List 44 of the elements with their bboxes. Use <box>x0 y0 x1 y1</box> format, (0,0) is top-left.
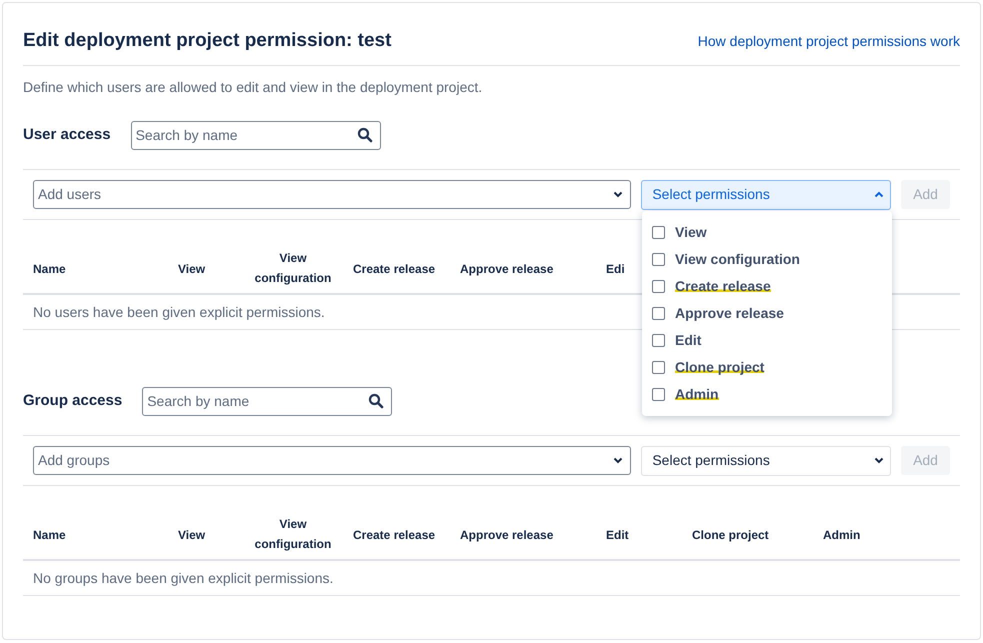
permission-option[interactable]: View <box>675 222 707 243</box>
checkbox[interactable] <box>652 307 665 320</box>
checkbox[interactable] <box>652 226 665 239</box>
checkbox[interactable] <box>652 361 665 374</box>
permission-option[interactable]: View configuration <box>675 249 800 270</box>
checkbox[interactable] <box>652 253 665 266</box>
column-header: Create release <box>353 260 436 278</box>
description-text: Define which users are allowed to edit and view in the deployment project. <box>23 78 484 97</box>
column-header: Approve release <box>460 260 554 278</box>
section-heading: Group access <box>23 390 122 411</box>
page-title: Edit deployment project permission: test <box>23 28 392 53</box>
column-header: Approve release <box>460 526 554 544</box>
search-icon[interactable] <box>356 126 373 142</box>
chevron-icon <box>613 191 624 198</box>
empty-message: No users have been given explicit permissions. <box>33 302 325 322</box>
search-field[interactable]: Search by name <box>142 386 392 416</box>
checkbox[interactable] <box>652 280 665 293</box>
checkbox[interactable] <box>652 388 665 401</box>
search-icon[interactable] <box>368 392 384 408</box>
chevron-icon <box>874 457 884 464</box>
column-header: View configuration <box>254 516 332 552</box>
help-link[interactable]: How deployment project permissions work <box>698 30 960 52</box>
column-header: Name <box>33 526 66 544</box>
checkbox[interactable] <box>652 334 665 347</box>
permissions-select[interactable]: Select permissions <box>641 446 892 476</box>
add-select[interactable]: Add users <box>33 180 632 209</box>
column-header: Edit <box>606 526 629 544</box>
add-select[interactable]: Add groups <box>33 446 632 475</box>
permissions-select[interactable]: Select permissions <box>641 180 892 210</box>
column-header: Admin <box>823 526 860 544</box>
column-header: Edi <box>606 260 625 278</box>
column-header: Clone project <box>692 526 769 544</box>
column-header: View configuration <box>254 250 332 286</box>
column-header: Name <box>33 260 66 278</box>
empty-message: No groups have been given explicit permissions. <box>33 568 334 588</box>
column-header: View <box>178 260 206 278</box>
chevron-icon <box>874 191 884 198</box>
permission-option[interactable]: Edit <box>675 330 702 351</box>
section-heading: User access <box>23 124 111 145</box>
column-header: Create release <box>353 526 436 544</box>
chevron-icon <box>613 457 624 464</box>
column-header: View <box>178 526 206 544</box>
search-field[interactable]: Search by name <box>130 120 381 150</box>
permission-option[interactable]: Approve release <box>675 303 784 324</box>
